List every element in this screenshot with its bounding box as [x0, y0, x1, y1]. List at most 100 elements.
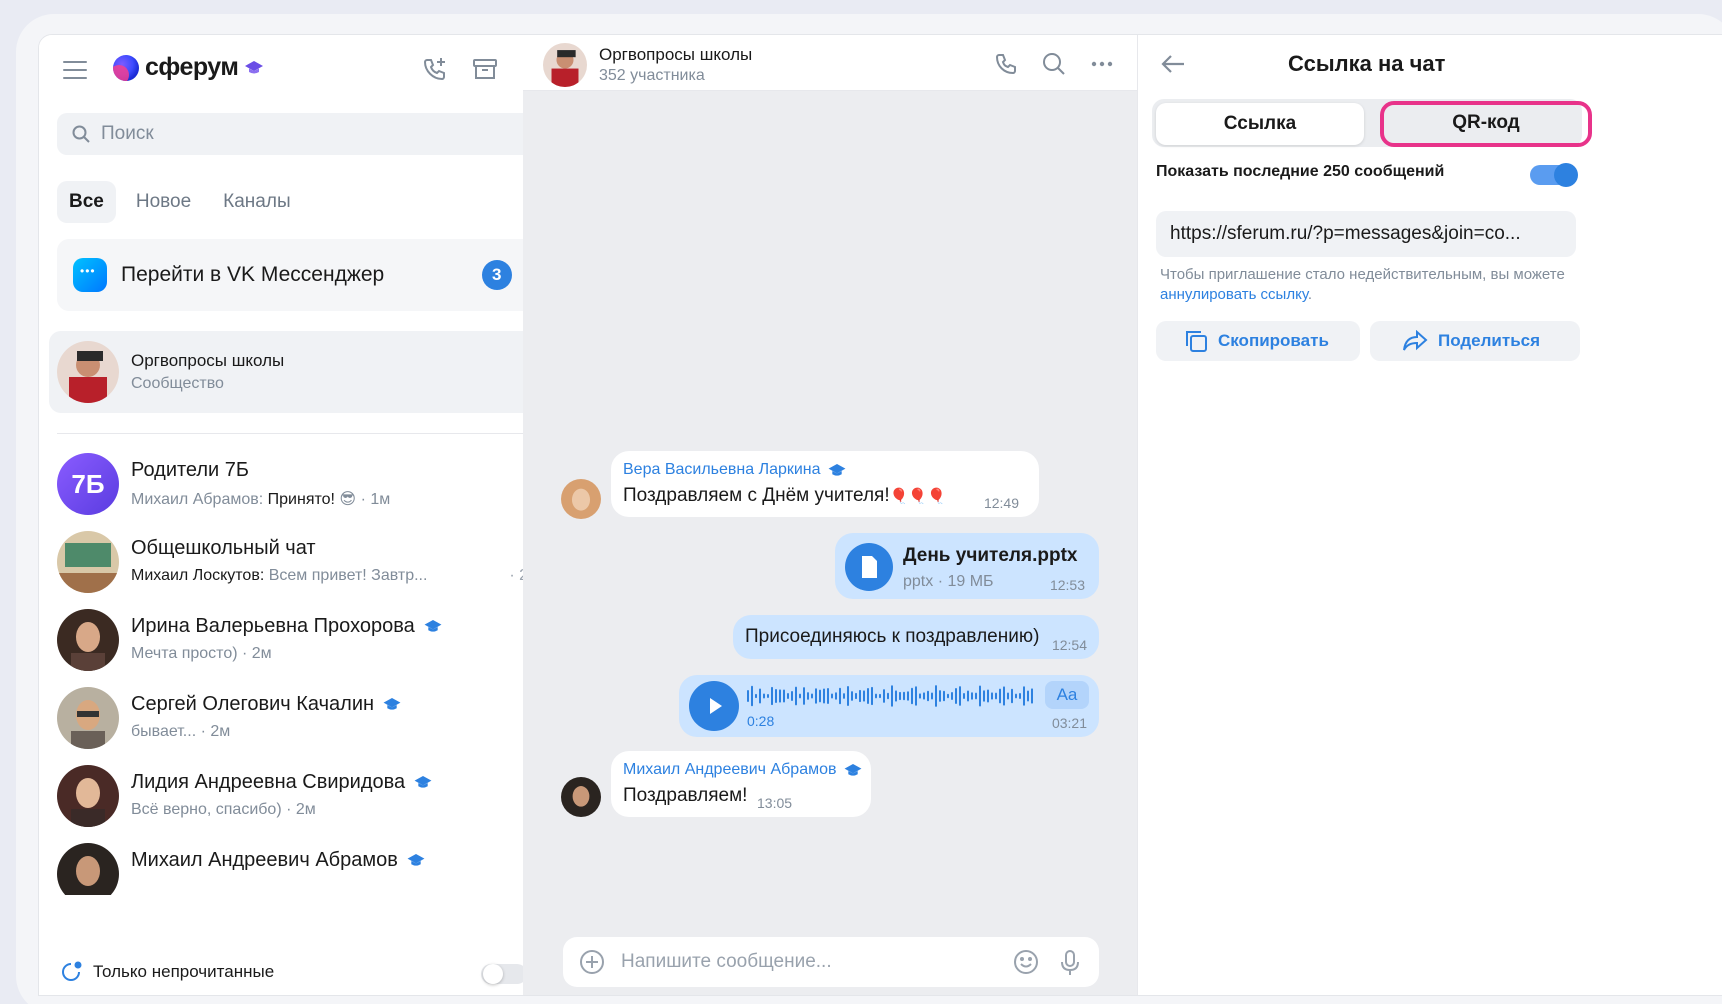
preview-time: · 2м: [200, 723, 231, 740]
waveform-bar: [983, 690, 985, 702]
filter-channels[interactable]: Каналы: [211, 181, 302, 223]
vk-messenger-label: Перейти в VK Мессенджер: [121, 263, 385, 286]
back-arrow-icon[interactable]: [1160, 53, 1186, 75]
waveform[interactable]: [747, 683, 1037, 709]
chat-preview: бывает... · 2м: [131, 723, 230, 741]
message-bubble[interactable]: Михаил Андреевич Абрамов Поздравляем! 13…: [611, 751, 871, 817]
chat-title-text: Михаил Андреевич Абрамов: [131, 849, 398, 871]
chat-preview: Михаил Лоскутов: Всем привет! Завтр...: [131, 567, 427, 585]
message-time: 13:05: [757, 795, 793, 811]
chat-title: Михаил Андреевич Абрамов: [131, 849, 426, 872]
add-attachment-icon[interactable]: [579, 949, 605, 975]
message-time: 03:21: [1051, 715, 1087, 731]
message-avatar[interactable]: [561, 479, 601, 519]
message-avatar[interactable]: [561, 777, 601, 817]
message-time: 12:53: [1049, 577, 1085, 593]
file-message-bubble[interactable]: День учителя.pptx pptx · 19 МБ 12:53: [835, 533, 1099, 599]
play-icon: [710, 698, 722, 714]
waveform-bar: [883, 689, 885, 703]
message-author[interactable]: Вера Васильевна Ларкина: [623, 461, 847, 479]
waveform-bar: [967, 690, 969, 702]
preview-message: Мечта просто): [131, 645, 238, 662]
voice-duration: 0:28: [747, 713, 775, 729]
tab-link[interactable]: Ссылка: [1156, 103, 1364, 145]
call-icon[interactable]: [993, 51, 1019, 77]
add-call-icon[interactable]: [421, 55, 449, 83]
verified-icon: [844, 763, 861, 776]
chat-item[interactable]: Лидия Андреевна Свиридова Всё верно, спа…: [57, 757, 547, 833]
more-icon[interactable]: [1089, 51, 1115, 77]
waveform-bar: [823, 688, 825, 704]
search-field[interactable]: [57, 113, 547, 155]
graduation-cap-icon: [245, 60, 264, 73]
chat-preview: Всё верно, спасибо) · 2м: [131, 801, 316, 819]
vk-messenger-icon: [73, 258, 107, 292]
unread-only-toggle[interactable]: [481, 964, 527, 984]
waveform-bar: [959, 686, 961, 706]
show-last-messages-toggle[interactable]: [1530, 163, 1578, 187]
chat-header-title[interactable]: Оргвопросы школы: [599, 45, 752, 65]
avatar: [57, 765, 119, 827]
waveform-bar: [899, 691, 901, 701]
filter-new[interactable]: Новое: [124, 181, 203, 223]
logo-ball-icon: [113, 54, 139, 81]
chat-subtitle: Сообщество: [131, 375, 224, 392]
waveform-bar: [911, 687, 913, 705]
chat-item[interactable]: Михаил Андреевич Абрамов: [57, 835, 547, 895]
play-button[interactable]: [689, 681, 739, 731]
microphone-icon[interactable]: [1059, 949, 1081, 977]
waveform-bar: [787, 693, 789, 699]
share-button[interactable]: Поделиться: [1370, 321, 1580, 361]
file-icon[interactable]: [845, 543, 893, 591]
message-time: 12:49: [983, 495, 1019, 511]
voice-message-bubble[interactable]: 0:28 Aa 03:21: [679, 675, 1099, 737]
chat-avatar[interactable]: [543, 43, 587, 87]
message-bubble[interactable]: Присоединяюсь к поздравлению) 12:54: [733, 615, 1099, 659]
chat-item[interactable]: 7Б Родители 7Б Михаил Абрамов: Принято! …: [57, 445, 547, 521]
invite-url: https://sferum.ru/?p=messages&join=co...: [1170, 223, 1521, 244]
revoke-link[interactable]: аннулировать ссылку: [1160, 286, 1308, 303]
chat-pane: Оргвопросы школы 352 участника Вера Васи…: [523, 35, 1137, 995]
message-input[interactable]: [621, 951, 991, 973]
verified-icon: [414, 775, 432, 788]
vk-messenger-link[interactable]: Перейти в VK Мессенджер 3 ›: [57, 239, 547, 311]
panel-title: Ссылка на чат: [1288, 51, 1446, 76]
chat-title-text: Общешкольный чат: [131, 537, 316, 559]
waveform-bar: [903, 691, 905, 701]
waveform-bar: [947, 693, 949, 699]
chat-item[interactable]: Сергей Олегович Качалин бывает... · 2м: [57, 679, 547, 755]
chat-title-text: Сергей Олегович Качалин: [131, 693, 375, 715]
preview-emoji: 😎: [339, 491, 357, 508]
waveform-bar: [1015, 693, 1017, 699]
archive-icon[interactable]: [471, 55, 499, 83]
chat-title-text: Родители 7Б: [131, 459, 250, 481]
search-input[interactable]: [101, 123, 501, 145]
filter-all[interactable]: Все: [57, 181, 116, 223]
app-window: сферум Все Новое Каналы Перейти в VK Мес…: [38, 34, 1722, 996]
chat-item[interactable]: Общешкольный чат Михаил Лоскутов: Всем п…: [57, 523, 547, 599]
menu-icon[interactable]: [63, 61, 87, 79]
invite-url-field[interactable]: https://sferum.ru/?p=messages&join=co...: [1156, 211, 1576, 257]
divider: [57, 433, 547, 434]
copy-label: Скопировать: [1218, 331, 1329, 350]
search-icon[interactable]: [1041, 51, 1067, 77]
waveform-bar: [747, 690, 749, 702]
avatar: [57, 843, 119, 895]
waveform-bar: [843, 693, 845, 699]
waveform-bar: [975, 692, 977, 700]
waveform-bar: [803, 687, 805, 705]
message-author[interactable]: Михаил Андреевич Абрамов: [623, 761, 863, 779]
message-bubble[interactable]: Вера Васильевна Ларкина Поздравляем с Дн…: [611, 451, 1039, 517]
chat-item-active[interactable]: Оргвопросы школы Сообщество ···: [49, 331, 559, 413]
waveform-bar: [791, 690, 793, 702]
waveform-bar: [799, 693, 801, 699]
sidebar: сферум Все Новое Каналы Перейти в VK Мес…: [39, 35, 573, 995]
chat-item[interactable]: Ирина Валерьевна Прохорова Мечта просто)…: [57, 601, 547, 677]
waveform-bar: [871, 686, 873, 706]
transcribe-button[interactable]: Aa: [1045, 681, 1089, 709]
copy-button[interactable]: Скопировать: [1156, 321, 1360, 361]
waveform-bar: [1019, 692, 1021, 700]
waveform-bar: [979, 685, 981, 707]
tab-qr-code[interactable]: QR-код: [1380, 101, 1592, 147]
emoji-icon[interactable]: [1013, 949, 1039, 975]
